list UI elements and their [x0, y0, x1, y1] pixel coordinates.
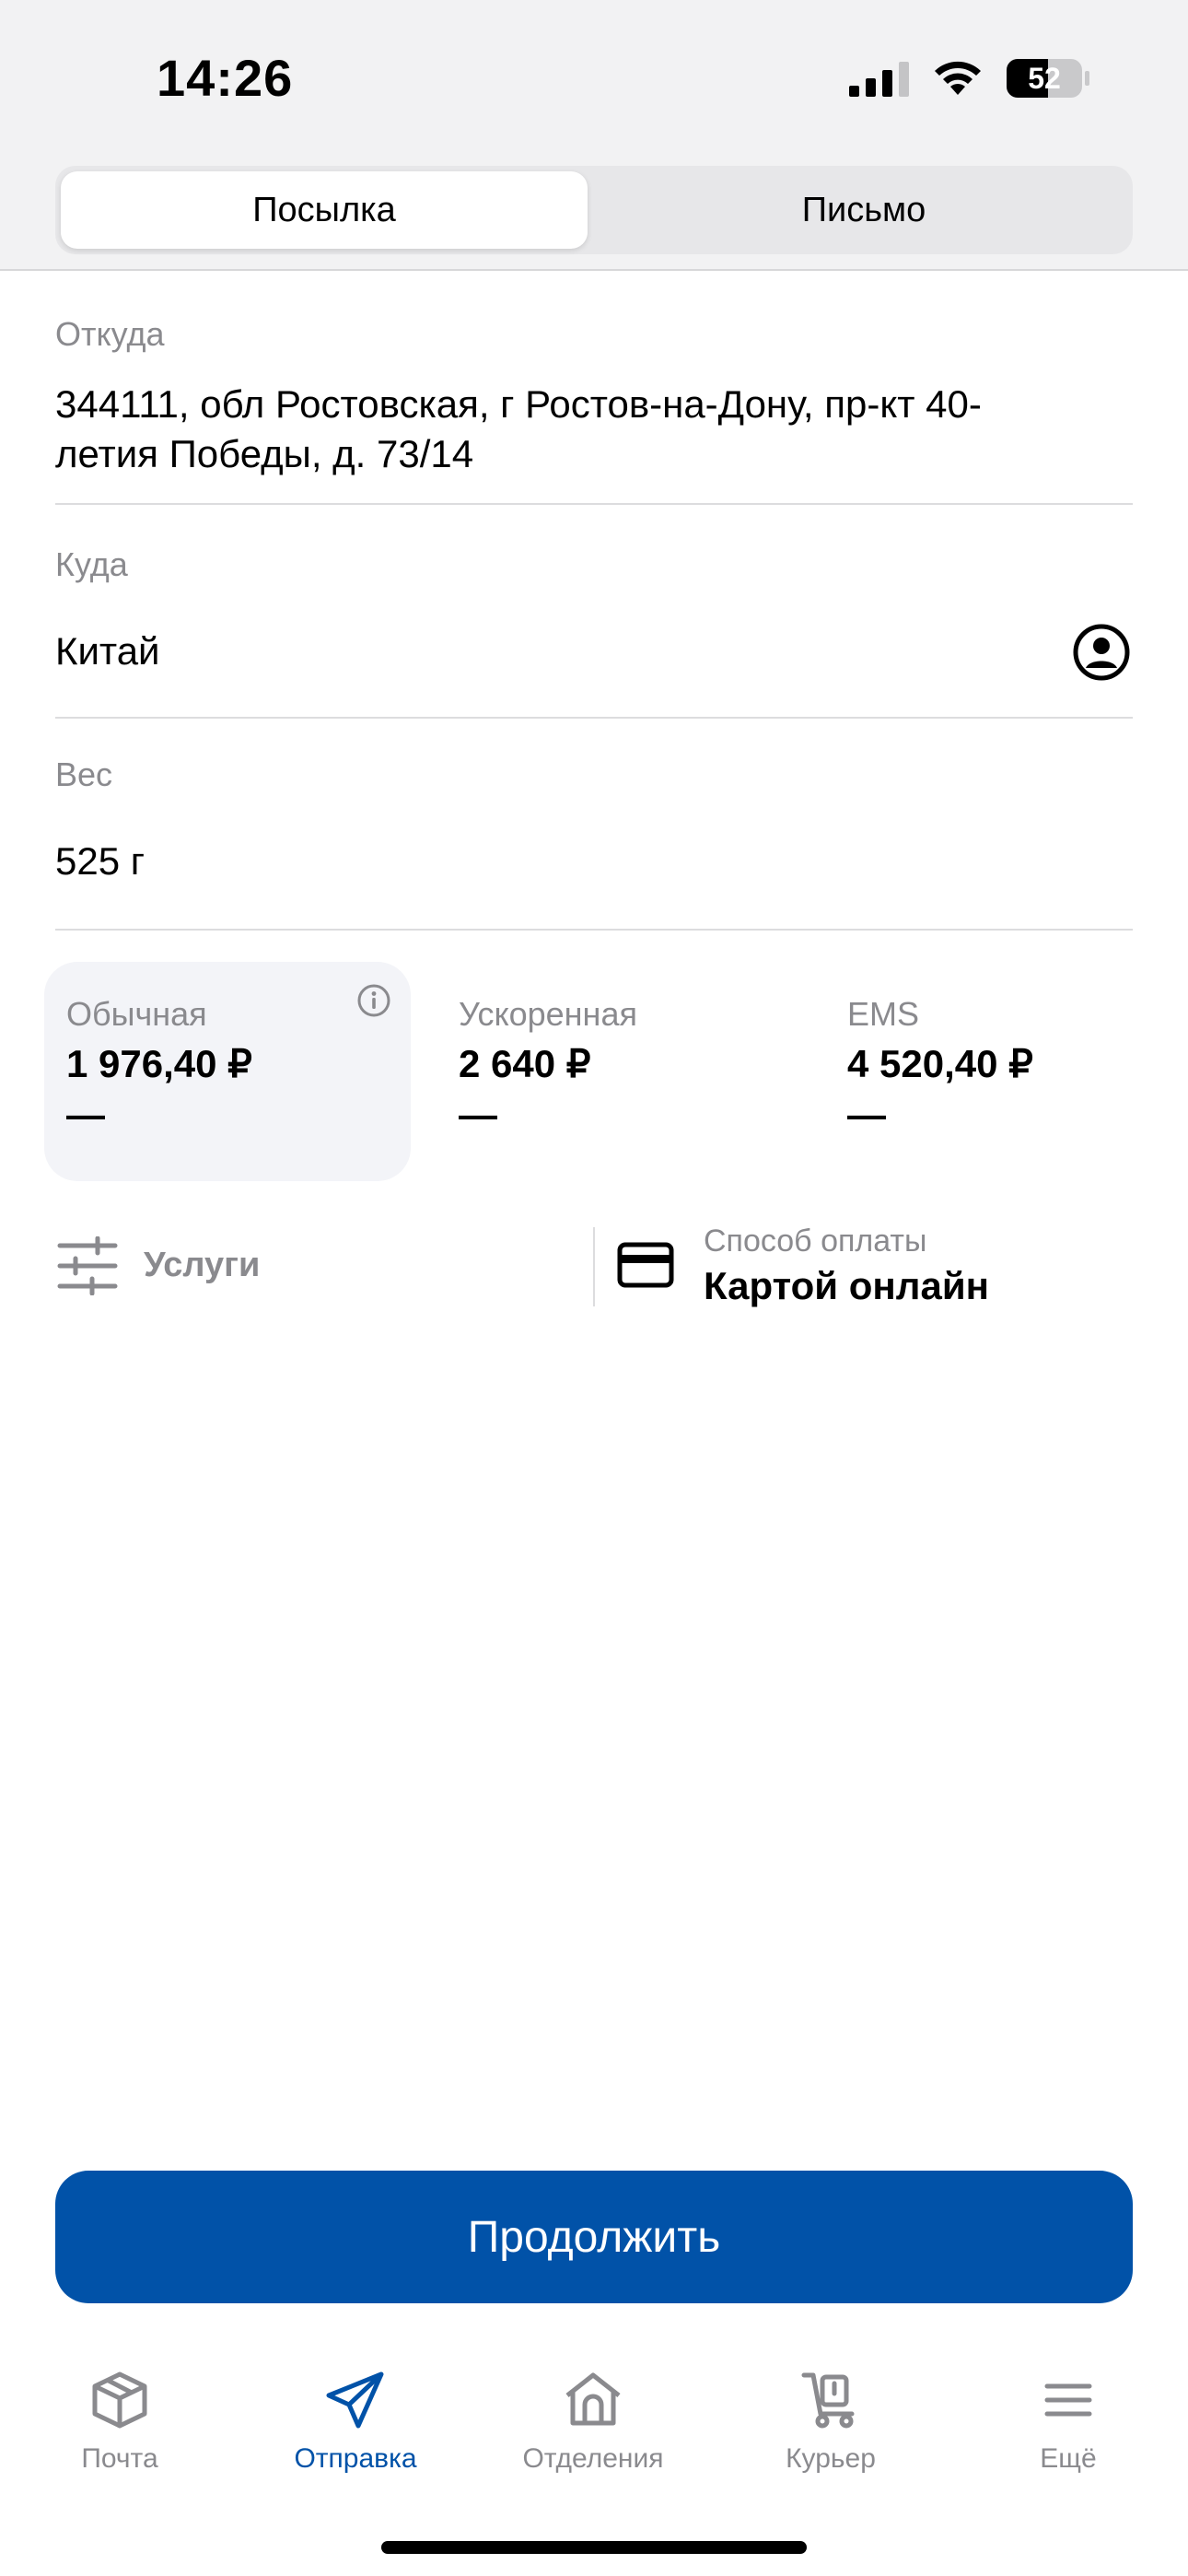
tab-offices-label: Отделения [522, 2443, 664, 2474]
options-divider [593, 1227, 595, 1306]
services-button[interactable]: Услуги [55, 1214, 571, 1316]
to-value: Китай [55, 629, 160, 673]
status-time: 14:26 [157, 49, 294, 107]
cellular-signal-icon [849, 62, 909, 97]
bottom-tab-bar: Почта Отправка Отделения Курьер Ещё [0, 2340, 1188, 2497]
rate-price: 1 976,40 ₽ [66, 1042, 252, 1085]
payment-method-button[interactable]: Способ оплаты Картой онлайн [617, 1214, 1133, 1316]
from-label: Откуда [55, 315, 165, 353]
rate-option-express[interactable]: Ускоренная 2 640 ₽ — [437, 962, 803, 1181]
rate-price: 4 520,40 ₽ [847, 1042, 1033, 1085]
rate-option-ems[interactable]: EMS 4 520,40 ₽ — [825, 962, 1188, 1181]
tab-courier[interactable]: Курьер [720, 2340, 941, 2478]
from-address-line-1: 344111, обл Ростовская, г Ростов-на-Дону… [55, 382, 982, 426]
battery-icon: 52 [1006, 58, 1089, 99]
rate-name: Ускоренная [459, 995, 637, 1033]
status-icons: 52 [849, 55, 1089, 101]
rate-name: EMS [847, 995, 920, 1033]
paper-plane-icon [326, 2371, 384, 2429]
rate-term: — [459, 1093, 497, 1136]
tab-parcel-label: Посылка [252, 190, 396, 229]
shipment-type-switch[interactable]: Посылка Письмо [55, 166, 1133, 254]
to-label: Куда [55, 545, 128, 583]
post-office-icon [565, 2372, 621, 2426]
continue-button[interactable]: Продолжить [55, 2171, 1133, 2303]
tab-offices[interactable]: Отделения [483, 2340, 704, 2478]
tab-more-label: Ещё [1040, 2443, 1097, 2474]
rate-term: — [66, 1093, 105, 1136]
courier-cart-icon [801, 2372, 855, 2429]
services-label: Услуги [144, 1246, 261, 1284]
rate-price: 2 640 ₽ [459, 1042, 591, 1085]
wifi-icon [935, 61, 981, 95]
tab-letter-label: Письмо [801, 190, 926, 229]
weight-field[interactable]: Вес 525 г [55, 720, 1133, 931]
rate-option-standard[interactable]: Обычная 1 976,40 ₽ — [44, 962, 411, 1181]
credit-card-icon [617, 1242, 674, 1288]
rate-name: Обычная [66, 995, 207, 1033]
payment-label: Способ оплаты [704, 1224, 927, 1259]
rate-term: — [847, 1093, 886, 1136]
battery-level: 52 [1028, 61, 1061, 95]
weight-label: Вес [55, 755, 113, 793]
to-field[interactable]: Куда Китай [55, 507, 1133, 719]
contact-icon[interactable] [1072, 623, 1131, 682]
tab-letter[interactable]: Письмо [600, 171, 1127, 249]
info-icon[interactable] [355, 982, 392, 1019]
tab-courier-label: Курьер [786, 2443, 876, 2474]
home-indicator[interactable] [381, 2541, 807, 2554]
tab-send-label: Отправка [294, 2443, 417, 2474]
continue-label: Продолжить [467, 2212, 721, 2262]
from-address-line-2: летия Победы, д. 73/14 [55, 432, 474, 475]
sliders-icon [57, 1236, 118, 1295]
tab-more[interactable]: Ещё [958, 2340, 1179, 2478]
tab-send[interactable]: Отправка [245, 2340, 466, 2478]
tab-mail-label: Почта [81, 2443, 158, 2474]
weight-value: 525 г [55, 839, 146, 883]
tab-parcel[interactable]: Посылка [61, 171, 588, 249]
options-bar: Услуги Способ оплаты Картой онлайн [55, 1214, 1133, 1316]
payment-value: Картой онлайн [704, 1264, 990, 1307]
package-icon [92, 2371, 147, 2429]
menu-icon [1044, 2383, 1092, 2417]
tab-mail[interactable]: Почта [9, 2340, 230, 2478]
from-field[interactable]: Откуда 344111, обл Ростовская, г Ростов-… [55, 304, 1133, 505]
